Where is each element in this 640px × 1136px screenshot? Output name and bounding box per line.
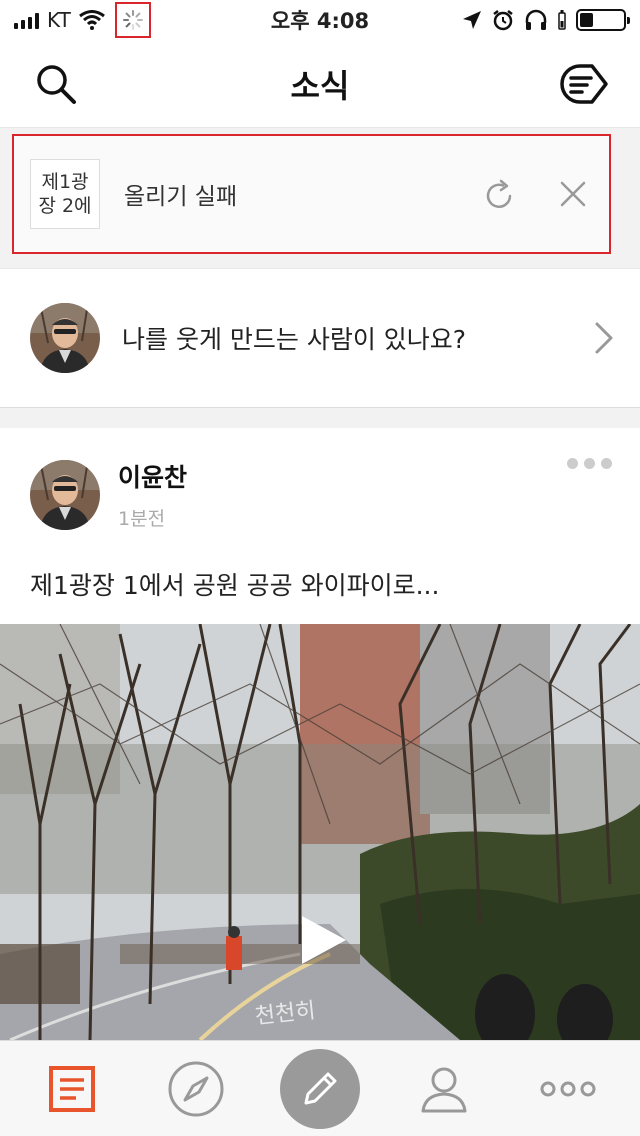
retry-icon[interactable] [485, 178, 515, 210]
tab-more[interactable] [518, 1041, 618, 1136]
tab-bar [0, 1040, 640, 1136]
carrier-label: KT [47, 8, 71, 32]
tab-feed[interactable] [22, 1041, 122, 1136]
loading-spinner-icon [122, 10, 143, 30]
close-icon[interactable] [559, 180, 587, 208]
upload-actions [485, 178, 593, 210]
compass-icon [168, 1061, 224, 1116]
location-arrow-icon [463, 11, 481, 29]
headphones-icon [525, 9, 547, 30]
tab-profile[interactable] [394, 1041, 494, 1136]
battery-icon [576, 9, 630, 31]
post-author-name[interactable]: 이윤찬 [118, 458, 187, 494]
alarm-icon [493, 10, 513, 31]
video-thumbnail: 천천히 [0, 624, 640, 1040]
post-header: 이윤찬 1분전 [30, 458, 187, 531]
post-meta: 이윤찬 1분전 [118, 458, 187, 531]
nav-bar: 소식 [0, 40, 640, 128]
filter-button[interactable] [556, 56, 612, 112]
status-bar: KT 오후 4:08 [0, 0, 640, 40]
question-prompt-row[interactable]: 나를 웃게 만드는 사람이 있나요? [0, 268, 640, 408]
upload-thumbnail: 제1광장 2에 [30, 159, 100, 229]
author-avatar[interactable] [30, 459, 100, 530]
avatar [30, 303, 100, 373]
post-video[interactable]: 천천히 [0, 624, 640, 1040]
tab-explore[interactable] [146, 1041, 246, 1136]
post-card: 이윤찬 1분전 제1광장 1에서 공원 공공 와이파이로... [0, 428, 640, 624]
feed-icon [49, 1065, 95, 1112]
wifi-icon [78, 10, 105, 30]
play-icon[interactable] [296, 912, 350, 968]
signal-strength-icon [14, 11, 39, 29]
more-options-icon[interactable] [567, 458, 612, 469]
battery-charge-small-icon [558, 10, 566, 30]
search-icon [37, 64, 76, 104]
section-divider [0, 408, 640, 428]
post-body-text[interactable]: 제1광장 1에서 공원 공공 와이파이로... [30, 566, 439, 602]
activity-indicator-highlight [114, 2, 151, 38]
status-bar-right [462, 9, 630, 31]
write-button[interactable] [280, 1048, 360, 1129]
page-title: 소식 [290, 66, 350, 105]
status-bar-left: KT [14, 2, 151, 38]
tab-write[interactable] [270, 1041, 370, 1136]
more-icon [540, 1081, 596, 1096]
filter-tag-icon [560, 63, 608, 104]
upload-status-text: 올리기 실패 [124, 184, 238, 210]
post-timestamp: 1분전 [118, 508, 166, 530]
upload-failed-bar: 제1광장 2에 올리기 실패 [12, 134, 611, 254]
chevron-right-icon [595, 322, 613, 354]
profile-icon [421, 1067, 467, 1112]
search-button[interactable] [28, 56, 84, 112]
question-text: 나를 웃게 만드는 사람이 있나요? [122, 325, 467, 354]
pencil-icon [304, 1072, 337, 1104]
